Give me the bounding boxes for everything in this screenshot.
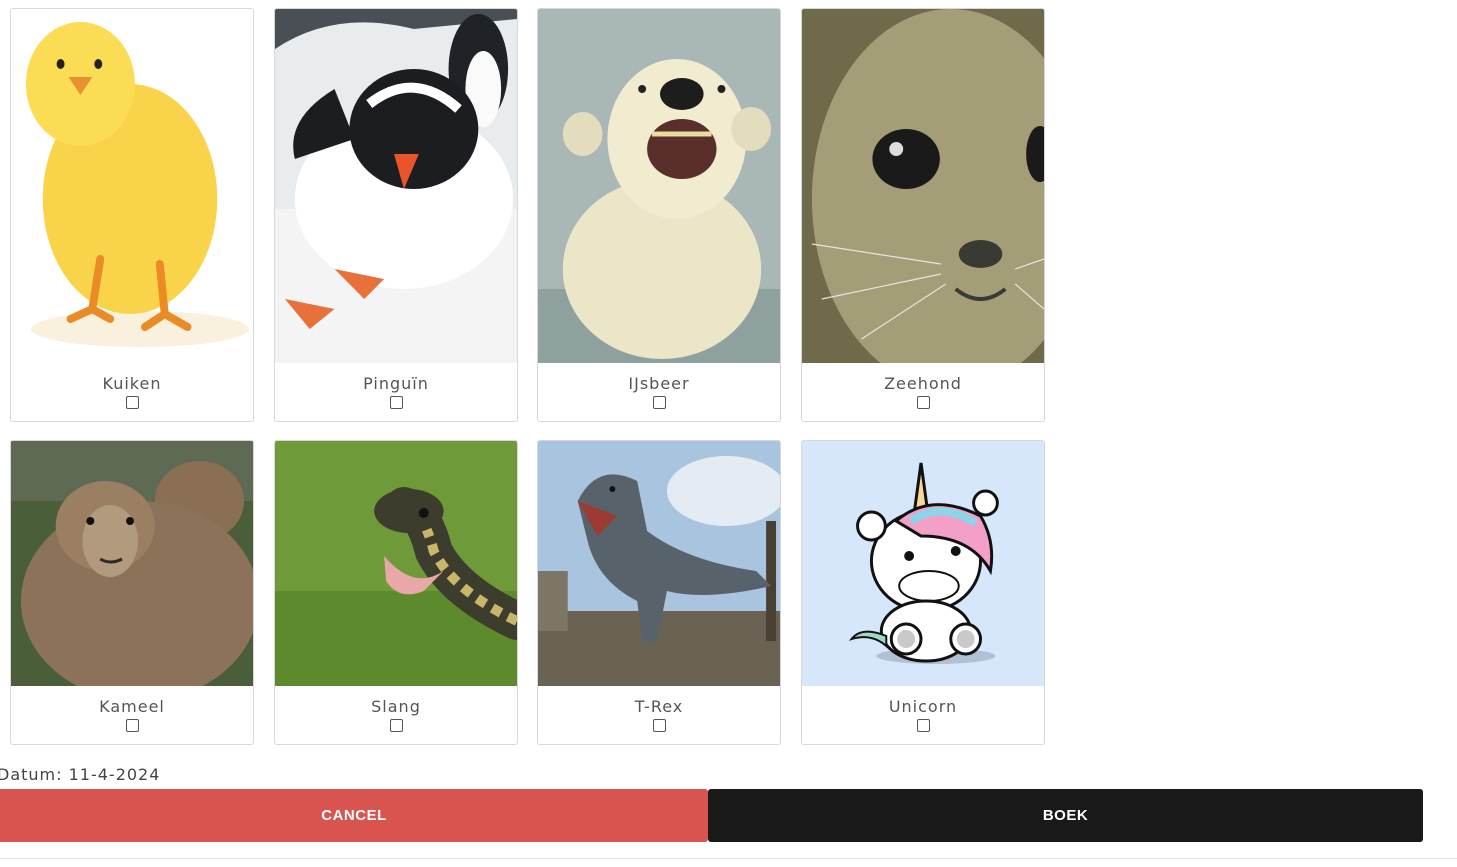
animal-checkbox[interactable] — [916, 719, 930, 732]
camel-image — [11, 441, 253, 686]
animal-card-slang[interactable]: Slang — [274, 440, 518, 745]
animal-checkbox[interactable] — [389, 396, 403, 409]
animal-checkbox[interactable] — [652, 396, 666, 409]
t-rex-image — [538, 441, 780, 686]
divider — [0, 858, 1457, 859]
animal-checkbox[interactable] — [652, 719, 666, 732]
animal-checkbox[interactable] — [389, 719, 403, 732]
snake-image — [275, 441, 517, 686]
penguin-image — [275, 9, 517, 363]
animal-name: Slang — [371, 697, 421, 716]
animal-checkbox[interactable] — [125, 719, 139, 732]
animal-name: Unicorn — [888, 697, 958, 716]
animal-name: Pinguïn — [363, 374, 429, 393]
animal-name: Zeehond — [884, 374, 962, 393]
polar-bear-image — [538, 9, 780, 363]
animal-card-ijsbeer[interactable]: IJsbeer — [537, 8, 781, 422]
seal-image — [802, 9, 1044, 363]
animal-card-zeehond[interactable]: Zeehond — [801, 8, 1045, 422]
date-label: Datum: 11-4-2024 — [0, 765, 161, 784]
animal-card-unicorn[interactable]: Unicorn — [801, 440, 1045, 745]
animal-checkbox[interactable] — [125, 396, 139, 409]
animal-checkbox[interactable] — [916, 396, 930, 409]
animal-card-pinguin[interactable]: Pinguïn — [274, 8, 518, 422]
book-button[interactable]: BOEK — [708, 789, 1423, 842]
chick-image — [11, 9, 253, 363]
unicorn-image — [802, 441, 1044, 686]
animal-card-t-rex[interactable]: T-Rex — [537, 440, 781, 745]
animal-name: Kameel — [99, 697, 165, 716]
animal-card-kameel[interactable]: Kameel — [10, 440, 254, 745]
animal-name: T-Rex — [634, 697, 684, 716]
cancel-button[interactable]: CANCEL — [0, 789, 708, 842]
animal-name: IJsbeer — [628, 374, 690, 393]
animal-name: Kuiken — [102, 374, 162, 393]
animal-card-kuiken[interactable]: Kuiken — [10, 8, 254, 422]
